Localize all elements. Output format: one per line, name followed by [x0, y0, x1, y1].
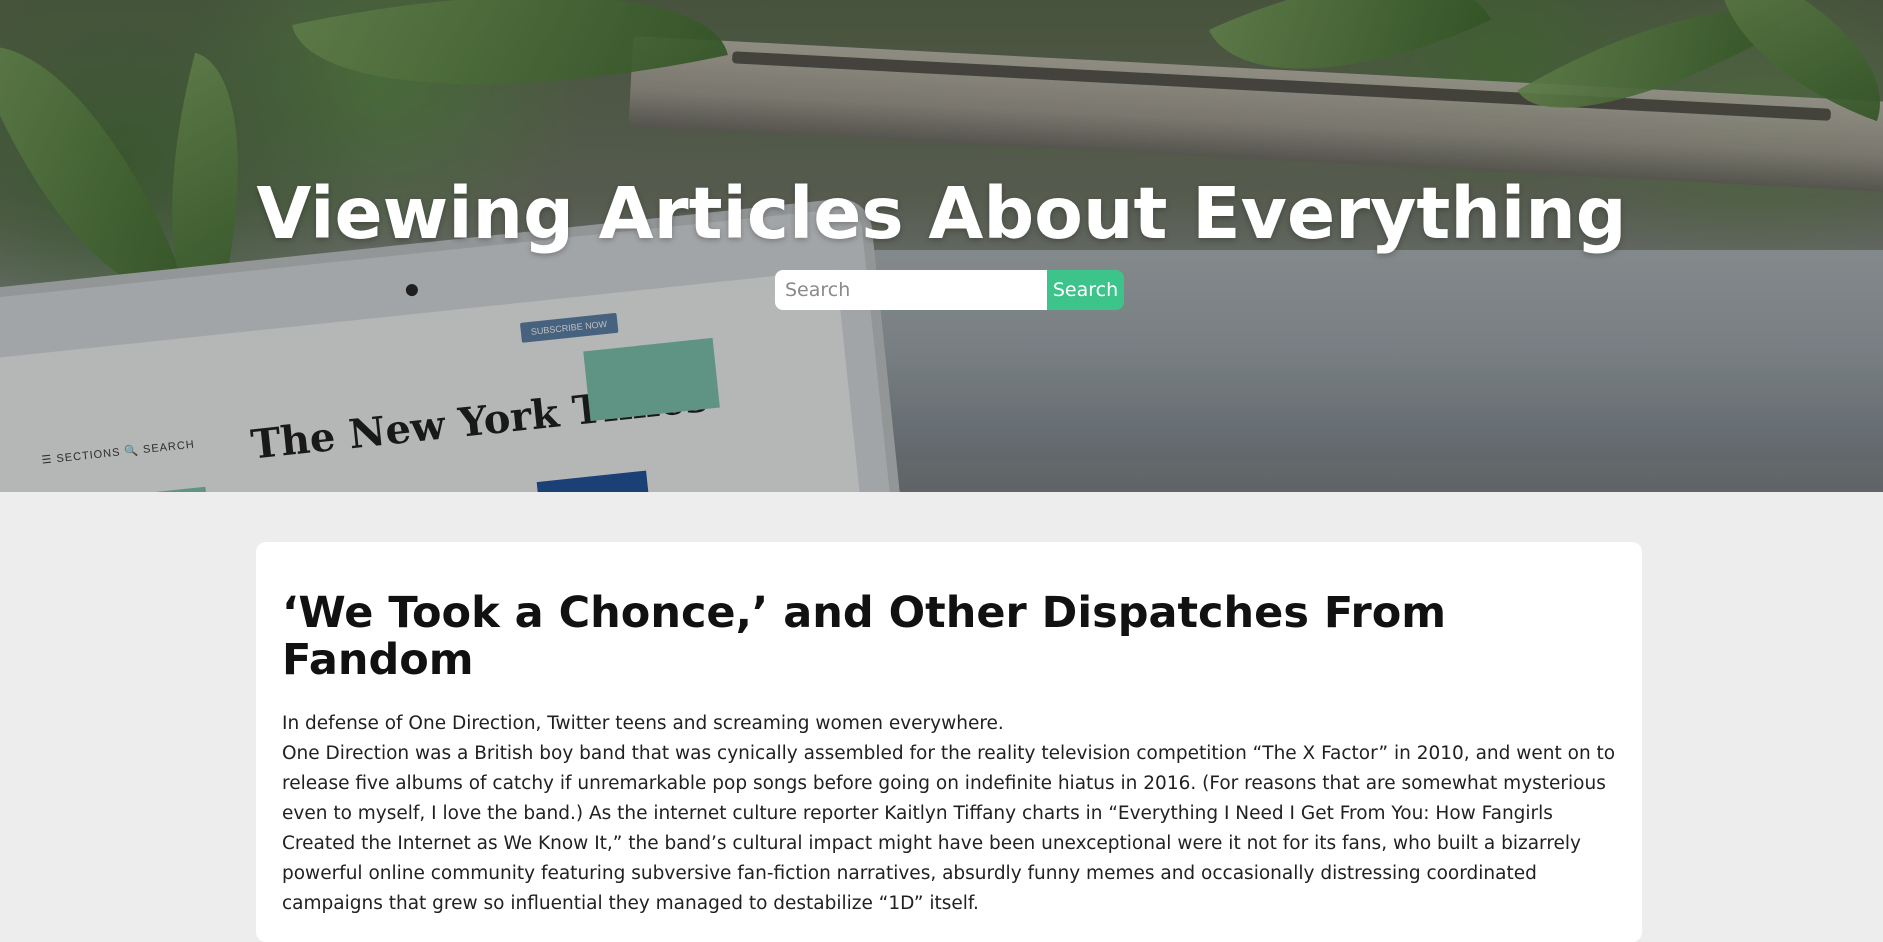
hero-banner: ☰ SECTIONS 🔍 SEARCH The New York Times S…	[0, 0, 1883, 492]
search-button[interactable]: Search	[1047, 270, 1124, 310]
article-body: One Direction was a British boy band tha…	[282, 742, 1616, 914]
search-input[interactable]	[775, 270, 1047, 310]
article-card: ‘We Took a Chonce,’ and Other Dispatches…	[256, 542, 1642, 942]
page-title: Viewing Articles About Everything	[256, 172, 1627, 255]
article-title[interactable]: ‘We Took a Chonce,’ and Other Dispatches…	[282, 589, 1616, 685]
search-form: Search	[775, 270, 1124, 310]
article-summary: In defense of One Direction, Twitter tee…	[282, 712, 1004, 734]
